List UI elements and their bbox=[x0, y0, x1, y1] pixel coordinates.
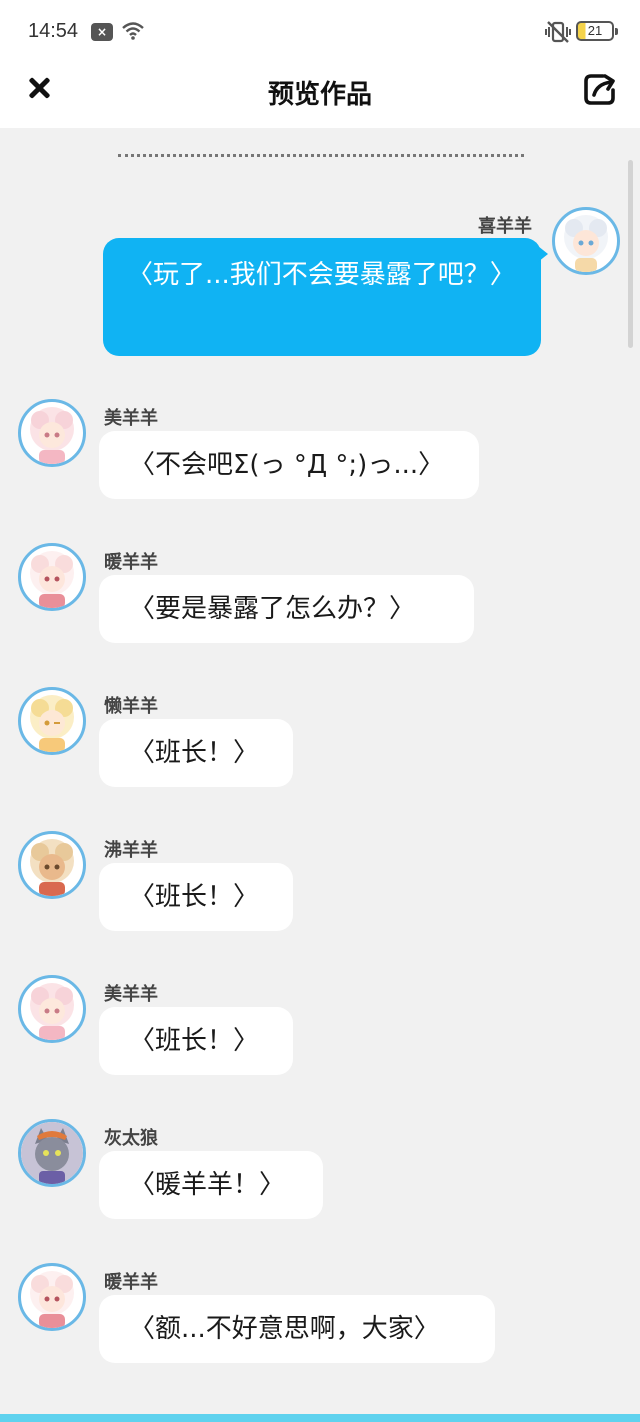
share-icon bbox=[584, 74, 615, 105]
avatar[interactable] bbox=[18, 687, 86, 755]
status-time: 14:54 bbox=[28, 20, 79, 42]
avatar[interactable] bbox=[18, 1119, 86, 1187]
message-bubble[interactable]: 〈要是暴露了怎么办？〉 bbox=[99, 575, 474, 643]
status-bar: 14:54 × 21 bbox=[0, 0, 640, 64]
sender-name: 美羊羊 bbox=[104, 984, 158, 1005]
vibrate-off-icon bbox=[545, 20, 571, 48]
message-bubble[interactable]: 〈不会吧Σ(っ °Д °;)っ...〉 bbox=[99, 431, 479, 499]
bubble-tail bbox=[538, 246, 548, 262]
avatar[interactable] bbox=[18, 543, 86, 611]
sender-name: 暖羊羊 bbox=[104, 1272, 158, 1293]
avatar[interactable] bbox=[18, 399, 86, 467]
avatar[interactable] bbox=[18, 1263, 86, 1331]
sender-name: 懒羊羊 bbox=[104, 696, 158, 717]
sender-name: 灰太狼 bbox=[104, 1128, 158, 1149]
message-bubble[interactable]: 〈暖羊羊！〉 bbox=[99, 1151, 323, 1219]
avatar[interactable] bbox=[552, 207, 620, 275]
message-bubble[interactable]: 〈班长！〉 bbox=[99, 719, 293, 787]
avatar[interactable] bbox=[18, 975, 86, 1043]
scrollbar[interactable] bbox=[628, 160, 633, 348]
share-button[interactable] bbox=[581, 70, 619, 108]
page-title: 预览作品 bbox=[267, 80, 372, 110]
message-bubble[interactable]: 〈班长！〉 bbox=[99, 1007, 293, 1075]
avatar[interactable] bbox=[18, 831, 86, 899]
sender-name: 暖羊羊 bbox=[104, 552, 158, 573]
battery-indicator: 21 bbox=[576, 21, 618, 41]
divider bbox=[118, 154, 524, 158]
sender-name: 沸羊羊 bbox=[104, 840, 158, 861]
top-bar: 预览作品 bbox=[0, 64, 640, 128]
message-bubble[interactable]: 〈班长！〉 bbox=[99, 863, 293, 931]
sender-name: 喜羊羊 bbox=[478, 216, 532, 237]
notification-icon: × bbox=[91, 23, 113, 41]
sender-name: 美羊羊 bbox=[104, 408, 158, 429]
message-bubble[interactable]: 〈玩了...我们不会要暴露了吧？〉 bbox=[103, 238, 541, 356]
bottom-bar bbox=[0, 1414, 640, 1422]
wifi-icon bbox=[121, 21, 145, 45]
message-bubble[interactable]: 〈额...不好意思啊，大家〉 bbox=[99, 1295, 495, 1363]
